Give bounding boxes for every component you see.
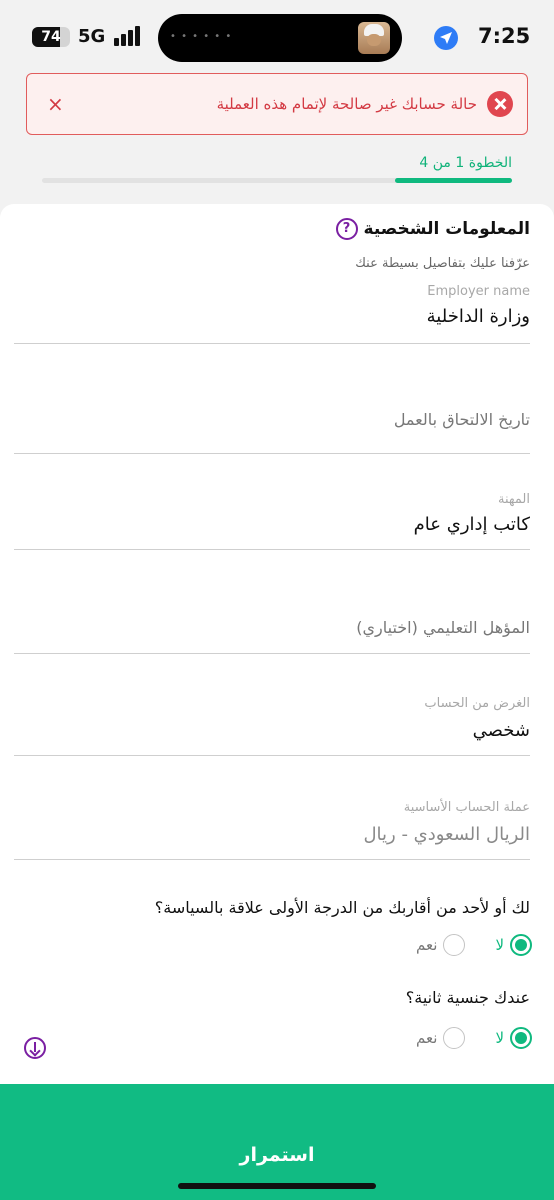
politics-radio-no[interactable]: لا: [495, 934, 532, 956]
network-type: 5G: [78, 26, 106, 47]
politics-radio-group: لا نعم: [386, 934, 532, 956]
dynamic-island: • • • • • •: [158, 14, 402, 62]
employer-field[interactable]: Employer name وزارة الداخلية: [14, 284, 530, 344]
occupation-field[interactable]: المهنة كاتب إداري عام: [14, 492, 530, 550]
radio-circle[interactable]: [510, 934, 532, 956]
employer-value: وزارة الداخلية: [426, 306, 530, 327]
join-date-field[interactable]: تاريخ الالتحاق بالعمل: [14, 400, 530, 454]
nationality-radio-group: لا نعم: [386, 1027, 532, 1049]
radio-no-label: لا: [495, 936, 504, 954]
radio-no-label: لا: [495, 1029, 504, 1047]
radio-circle[interactable]: [510, 1027, 532, 1049]
nationality-radio-yes[interactable]: نعم: [416, 1027, 466, 1049]
status-time: 7:25: [478, 24, 531, 48]
continue-button-label: استمرار: [239, 1144, 315, 1166]
step-progress-bar: [42, 178, 512, 183]
avatar: [358, 22, 390, 54]
purpose-field[interactable]: الغرض من الحساب شخصي: [14, 696, 530, 756]
battery-level: 74: [41, 29, 61, 45]
join-date-placeholder: تاريخ الالتحاق بالعمل: [393, 410, 530, 429]
nationality-question: عندك جنسية ثانية؟: [405, 988, 530, 1007]
radio-circle[interactable]: [443, 934, 466, 956]
currency-field[interactable]: عملة الحساب الأساسية الريال السعودي - ري…: [14, 800, 530, 860]
battery-indicator: 74: [32, 27, 70, 47]
step-progress-fill: [394, 178, 512, 183]
purpose-label: الغرض من الحساب: [424, 696, 530, 711]
scroll-down-icon[interactable]: [24, 1037, 46, 1059]
education-placeholder: المؤهل التعليمي (اختياري): [356, 618, 530, 637]
radio-yes-label: نعم: [416, 936, 438, 954]
radio-yes-label: نعم: [416, 1029, 438, 1047]
section-subtitle: عرّفنا عليك بتفاصيل بسيطة عنك: [355, 256, 530, 271]
occupation-label: المهنة: [498, 492, 530, 507]
section-title-text: المعلومات الشخصية: [363, 219, 530, 239]
employer-label: Employer name: [427, 284, 530, 299]
error-message: حالة حسابك غير صالحة لإتمام هذه العملية: [216, 95, 477, 113]
section-title: المعلومات الشخصية ?: [335, 218, 530, 240]
occupation-value: كاتب إداري عام: [413, 514, 530, 535]
home-indicator: [178, 1183, 376, 1189]
step-label: الخطوة 1 من 4: [419, 155, 512, 171]
purpose-value: شخصي: [472, 720, 530, 741]
currency-value: الريال السعودي - ريال: [363, 824, 530, 845]
politics-question: لك أو لأحد من أقاربك من الدرجة الأولى عل…: [154, 898, 530, 917]
location-icon: [434, 26, 458, 50]
status-bar: 74 5G • • • • • • 7:25: [0, 0, 554, 74]
form-card: المعلومات الشخصية ? عرّفنا عليك بتفاصيل …: [0, 204, 554, 1084]
error-icon: [487, 91, 513, 117]
education-field[interactable]: المؤهل التعليمي (اختياري): [14, 606, 530, 654]
help-icon[interactable]: ?: [335, 218, 358, 240]
politics-radio-yes[interactable]: نعم: [416, 934, 466, 956]
error-banner: حالة حسابك غير صالحة لإتمام هذه العملية …: [26, 73, 528, 135]
audio-waveform-icon: • • • • • •: [170, 31, 233, 42]
signal-icon: [114, 26, 142, 46]
radio-circle[interactable]: [443, 1027, 466, 1049]
close-icon[interactable]: ×: [47, 92, 64, 116]
currency-label: عملة الحساب الأساسية: [403, 800, 530, 815]
nationality-radio-no[interactable]: لا: [495, 1027, 532, 1049]
